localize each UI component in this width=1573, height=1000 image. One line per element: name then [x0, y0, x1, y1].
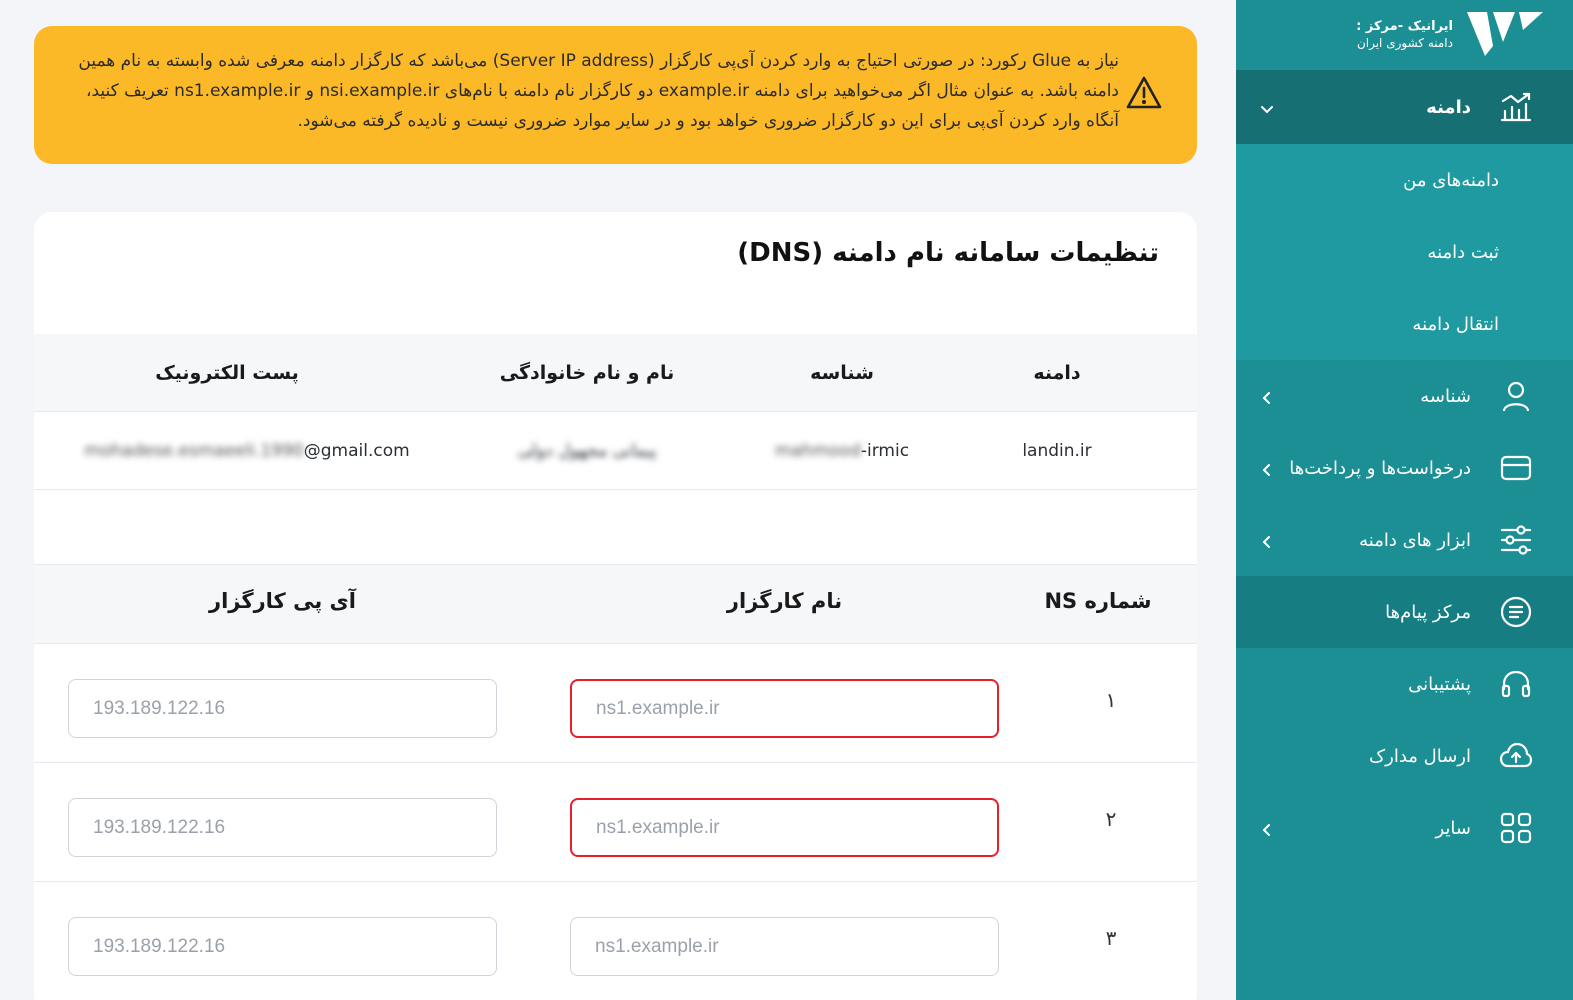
table-row: ۱ [34, 644, 1197, 763]
brand-text: ایرانیک -مرکز : دامنه کشوری ایران [1356, 19, 1453, 51]
cloud-upload-icon [1499, 739, 1533, 773]
message-icon [1499, 595, 1533, 629]
ns2-ip-input[interactable] [68, 798, 497, 857]
sidebar-item-label: دامنه [1426, 96, 1471, 118]
chevron-left-icon [1260, 821, 1274, 836]
table-row: ۳ [34, 882, 1197, 1000]
col-header-ns-number: شماره NS [1044, 589, 1152, 613]
sidebar-item-label: سایر [1435, 817, 1471, 839]
irnic-logo [1463, 12, 1545, 58]
user-icon [1499, 379, 1533, 413]
ns2-server-input[interactable] [570, 798, 999, 857]
email-redacted: mohadese.esmaeeli.1990 [84, 440, 304, 461]
col-header-domain: دامنه [1033, 361, 1081, 384]
ns1-server-input[interactable] [570, 679, 999, 738]
table-row: landin.ir mahmood-irmic پیمانی مجهول دول… [34, 412, 1197, 490]
sidebar-item-transfer-domain[interactable]: انتقال دامنه [1236, 288, 1573, 360]
domain-submenu: دامنه‌های من ثبت دامنه انتقال دامنه [1236, 144, 1573, 360]
sidebar-nav: دامنه دامنه‌های من ثبت دامنه انتقال دامن… [1236, 70, 1573, 864]
sidebar-item-register-domain[interactable]: ثبت دامنه [1236, 216, 1573, 288]
sidebar-item-other[interactable]: سایر [1236, 792, 1573, 864]
sidebar-item-label: مرکز پیام‌ها [1385, 601, 1471, 623]
sidebar-item-label: شناسه [1420, 385, 1471, 407]
ns-number: ۲ [1105, 807, 1117, 831]
sidebar-item-support[interactable]: پشتیبانی [1236, 648, 1573, 720]
sidebar-item-messages[interactable]: مرکز پیام‌ها [1236, 576, 1573, 648]
page-title: تنظیمات سامانه نام دامنه (DNS) [737, 238, 1159, 268]
ns-number: ۱ [1105, 688, 1117, 712]
ns3-server-input[interactable] [570, 917, 999, 976]
ns1-ip-input[interactable] [68, 679, 497, 738]
alert-text: نیاز به Glue رکورد: در صورتی احتیاج به و… [78, 51, 1119, 131]
handle-redacted: mahmood [774, 440, 861, 461]
brand-line-1: ایرانیک -مرکز : [1356, 19, 1453, 34]
ns-number: ۳ [1105, 926, 1117, 950]
headset-icon [1499, 667, 1533, 701]
name-redacted: پیمانی مجهول دولی [517, 440, 657, 461]
email-suffix: @gmail.com [303, 440, 410, 461]
sidebar-item-handle[interactable]: شناسه [1236, 360, 1573, 432]
sidebar-item-domain-tools[interactable]: ابزار های دامنه [1236, 504, 1573, 576]
chart-icon [1499, 90, 1533, 124]
chevron-left-icon [1260, 533, 1274, 548]
ns3-ip-input[interactable] [68, 917, 497, 976]
grid-icon [1499, 811, 1533, 845]
sidebar-item-my-domains[interactable]: دامنه‌های من [1236, 144, 1573, 216]
warning-icon [1125, 74, 1163, 112]
sidebar-item-label: ابزار های دامنه [1359, 529, 1471, 551]
domain-value: landin.ir [1022, 440, 1092, 461]
table-row: ۲ [34, 763, 1197, 882]
sidebar-item-upload-documents[interactable]: ارسال مدارک [1236, 720, 1573, 792]
col-header-handle: شناسه [810, 361, 874, 384]
handle-suffix: -irmic [860, 440, 910, 461]
sidebar-item-requests-payments[interactable]: درخواست‌ها و پرداخت‌ها [1236, 432, 1573, 504]
sidebar-item-label: ارسال مدارک [1369, 745, 1471, 767]
dns-settings-card: تنظیمات سامانه نام دامنه (DNS) دامنه شنا… [34, 212, 1197, 1000]
info-table-header: دامنه شناسه نام و نام خانوادگی پست الکتر… [34, 334, 1197, 412]
sidebar-item-label: درخواست‌ها و پرداخت‌ها [1289, 457, 1471, 479]
sidebar-item-label: پشتیبانی [1408, 673, 1471, 695]
col-header-name: نام و نام خانوادگی [499, 361, 675, 384]
brand: ایرانیک -مرکز : دامنه کشوری ایران [1236, 0, 1573, 70]
brand-line-2: دامنه کشوری ایران [1356, 36, 1453, 50]
card-icon [1499, 451, 1533, 485]
handle-value: mahmood-irmic [737, 441, 947, 461]
chevron-down-icon [1260, 100, 1274, 114]
email-value: mohadese.esmaeeli.1990@gmail.com [57, 441, 437, 461]
ns-table-header: شماره NS نام کارگزار آی پی کارگزار [34, 564, 1197, 644]
main-content: نیاز به Glue رکورد: در صورتی احتیاج به و… [0, 0, 1236, 1000]
sidebar: ایرانیک -مرکز : دامنه کشوری ایران دامنه … [1236, 0, 1573, 1000]
sliders-icon [1499, 523, 1533, 557]
col-header-email: پست الکترونیک [155, 361, 299, 384]
sidebar-item-domain[interactable]: دامنه [1236, 70, 1573, 144]
chevron-left-icon [1260, 461, 1274, 476]
col-header-server-name: نام کارگزار [726, 589, 843, 613]
col-header-server-ip: آی پی کارگزار [209, 589, 356, 613]
chevron-left-icon [1260, 389, 1274, 404]
glue-record-alert: نیاز به Glue رکورد: در صورتی احتیاج به و… [34, 26, 1197, 164]
